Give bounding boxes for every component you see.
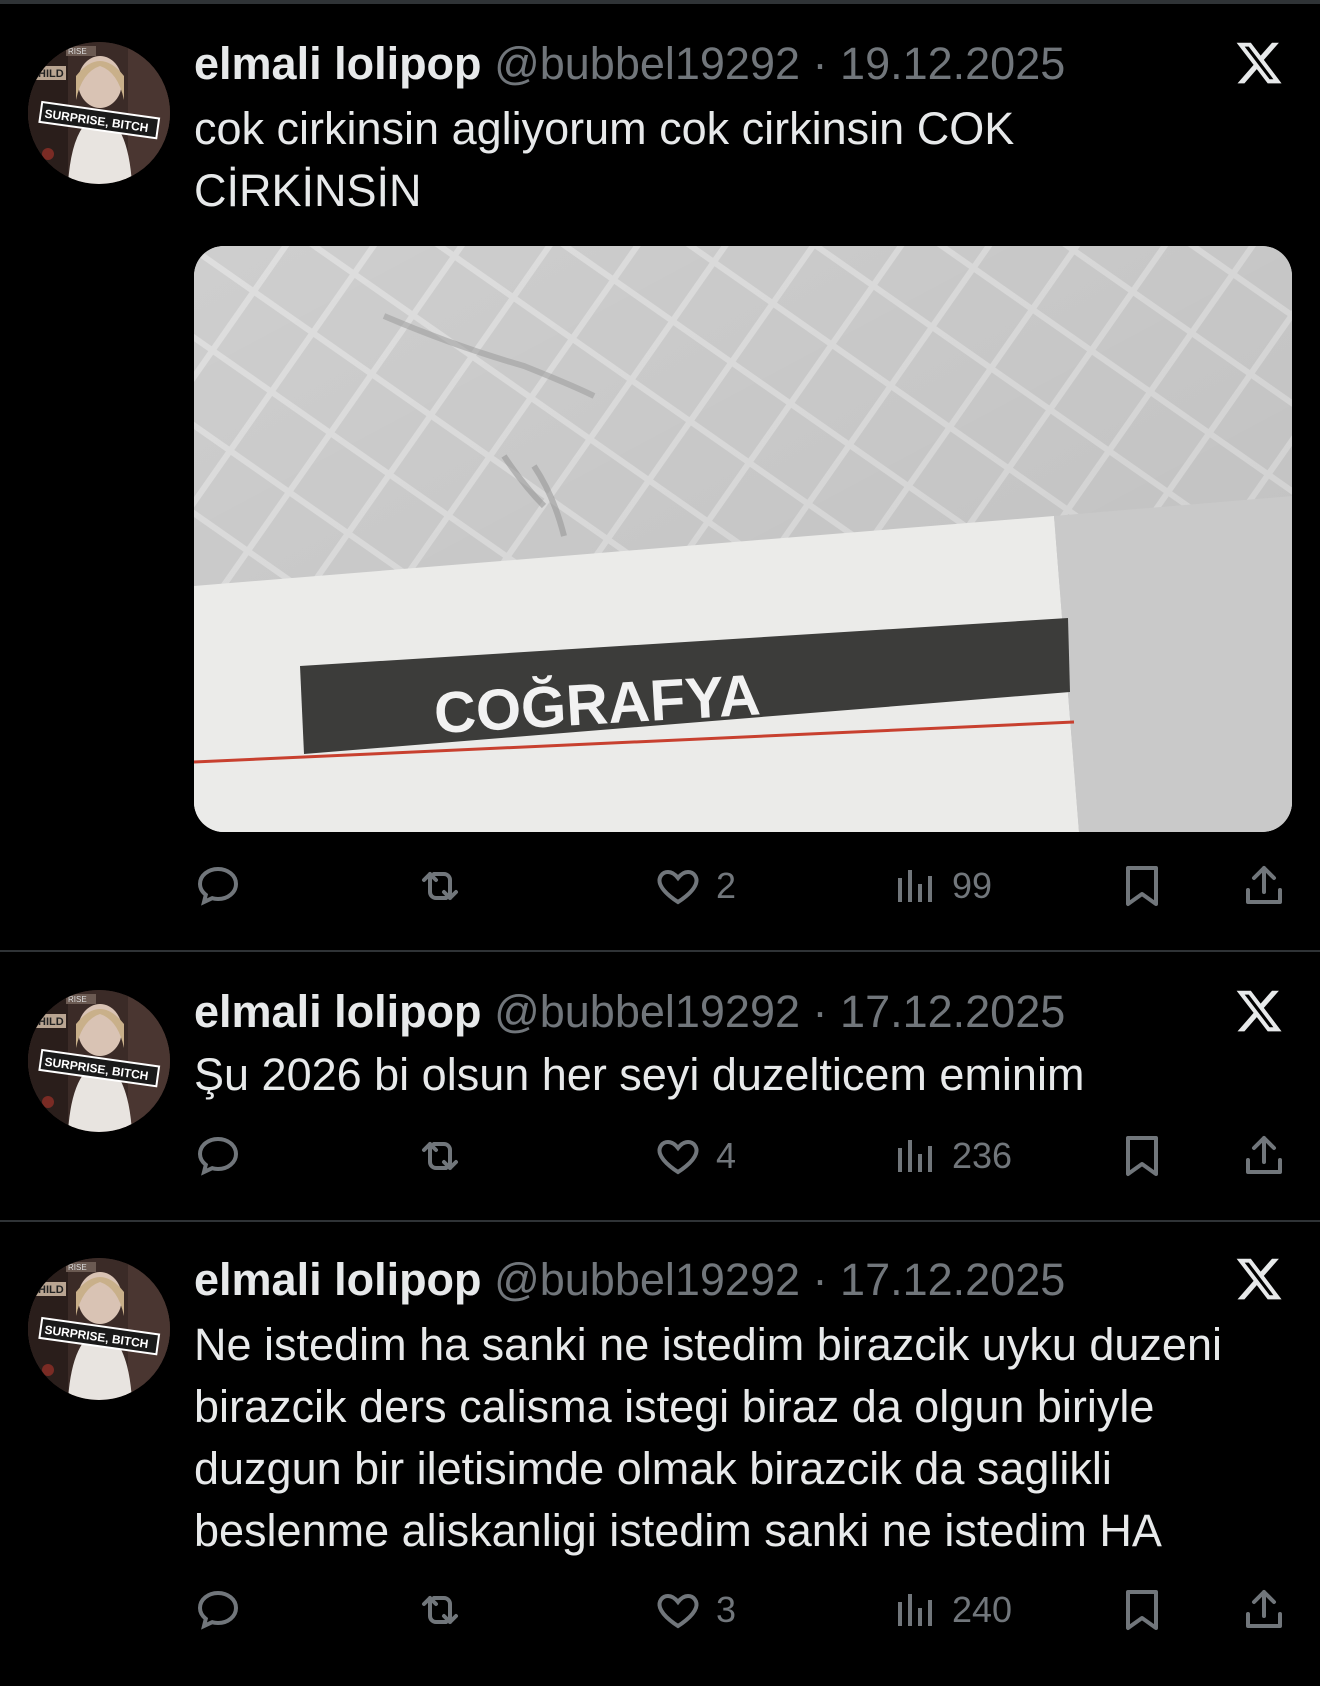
tweet-actions: 2 99 xyxy=(194,858,1304,914)
like-button[interactable]: 4 xyxy=(654,1128,736,1184)
author-handle[interactable]: @bubbel19292 xyxy=(494,1254,800,1305)
reply-button[interactable] xyxy=(194,1582,242,1638)
tweet-text: Ne istedim ha sanki ne istedim birazcik … xyxy=(194,1319,1222,1556)
share-button[interactable] xyxy=(1240,1128,1288,1184)
heart-icon xyxy=(657,1593,699,1629)
tweet-text: cok cirkinsin agliyorum cok cirkinsin CO… xyxy=(194,103,1015,216)
avatar-sign-small: HILD xyxy=(38,1016,64,1028)
share-button[interactable] xyxy=(1240,1582,1288,1638)
avatar-sign-top: RISE xyxy=(68,47,87,56)
view-count: 99 xyxy=(952,865,993,906)
retweet-icon xyxy=(422,1596,458,1624)
like-count: 2 xyxy=(716,865,737,906)
bookmark-button[interactable] xyxy=(1118,858,1166,914)
like-button[interactable]: 2 xyxy=(654,858,736,914)
avatar[interactable]: HILD RISE SURPRISE, BITCH xyxy=(28,42,170,184)
views-icon xyxy=(898,870,932,902)
author-name[interactable]: elmali lolipop xyxy=(194,1254,482,1305)
retweet-icon xyxy=(422,1142,458,1170)
bookmark-button[interactable] xyxy=(1118,1582,1166,1638)
tweet-actions: 3 240 xyxy=(194,1582,1304,1638)
views-icon xyxy=(898,1140,932,1172)
bookmark-icon xyxy=(1126,866,1158,906)
retweet-button[interactable] xyxy=(416,1128,464,1184)
share-icon xyxy=(1246,1590,1282,1628)
tweet-header: elmali lolipop @bubbel19292 · 17.12.2025 xyxy=(194,984,1065,1040)
reply-icon xyxy=(197,866,239,906)
views-button[interactable]: 240 xyxy=(890,1582,1012,1638)
top-divider xyxy=(0,0,1320,4)
separator-dot: · xyxy=(812,986,828,1037)
avatar-sign-top: RISE xyxy=(68,995,87,1004)
like-count: 4 xyxy=(716,1135,737,1176)
reply-icon xyxy=(197,1136,239,1176)
avatar-sign-small: HILD xyxy=(38,68,64,80)
avatar[interactable]: HILD RISE SURPRISE, BITCH xyxy=(28,1258,170,1400)
share-icon xyxy=(1246,866,1282,904)
author-handle[interactable]: @bubbel19292 xyxy=(494,38,800,89)
tweet-divider xyxy=(0,1220,1320,1222)
author-name[interactable]: elmali lolipop xyxy=(194,38,482,89)
avatar[interactable]: HILD RISE SURPRISE, BITCH xyxy=(28,990,170,1132)
tweet-date[interactable]: 19.12.2025 xyxy=(840,38,1065,89)
views-button[interactable]: 99 xyxy=(890,858,992,914)
tweet-date[interactable]: 17.12.2025 xyxy=(840,1254,1065,1305)
tweet-header: elmali lolipop @bubbel19292 · 17.12.2025 xyxy=(194,1252,1065,1308)
reply-button[interactable] xyxy=(194,858,242,914)
tweet-media[interactable]: COĞRAFYA xyxy=(194,246,1292,832)
tweet-actions: 4 236 xyxy=(194,1128,1304,1184)
bookmark-icon xyxy=(1126,1590,1158,1630)
separator-dot: · xyxy=(812,38,828,89)
view-count: 240 xyxy=(952,1589,1013,1630)
like-count: 3 xyxy=(716,1589,737,1630)
share-button[interactable] xyxy=(1240,858,1288,914)
author-name[interactable]: elmali lolipop xyxy=(194,986,482,1037)
separator-dot: · xyxy=(812,1254,828,1305)
heart-icon xyxy=(657,869,699,905)
x-logo-icon xyxy=(1236,1258,1282,1300)
retweet-button[interactable] xyxy=(416,858,464,914)
views-icon xyxy=(898,1594,932,1626)
heart-icon xyxy=(657,1139,699,1175)
reply-button[interactable] xyxy=(194,1128,242,1184)
avatar-sign-top: RISE xyxy=(68,1263,87,1272)
tweet-date[interactable]: 17.12.2025 xyxy=(840,986,1065,1037)
tweet-divider xyxy=(0,950,1320,952)
tweet-header: elmali lolipop @bubbel19292 · 19.12.2025 xyxy=(194,36,1065,92)
bookmark-button[interactable] xyxy=(1118,1128,1166,1184)
retweet-button[interactable] xyxy=(416,1582,464,1638)
avatar-sign-small: HILD xyxy=(38,1284,64,1296)
retweet-icon xyxy=(422,872,458,900)
x-logo-icon xyxy=(1236,990,1282,1032)
view-count: 236 xyxy=(952,1135,1013,1176)
like-button[interactable]: 3 xyxy=(654,1582,736,1638)
tweet-text: Şu 2026 bi olsun her seyi duzelticem emi… xyxy=(194,1049,1085,1100)
author-handle[interactable]: @bubbel19292 xyxy=(494,986,800,1037)
x-logo-icon xyxy=(1236,42,1282,84)
bookmark-icon xyxy=(1126,1136,1158,1176)
share-icon xyxy=(1246,1136,1282,1174)
views-button[interactable]: 236 xyxy=(890,1128,1012,1184)
reply-icon xyxy=(197,1590,239,1630)
